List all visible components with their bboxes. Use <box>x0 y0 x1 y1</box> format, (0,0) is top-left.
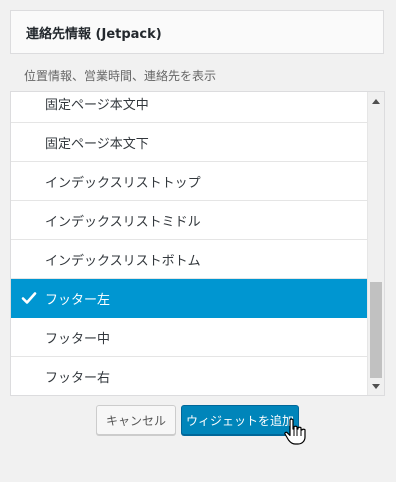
sidebar-select-list[interactable]: 固定ページ本文中 固定ページ本文下 インデックスリストトップ インデックスリスト… <box>10 91 385 396</box>
scroll-down-button[interactable] <box>368 378 384 395</box>
sidebar-item-page-content-middle[interactable]: 固定ページ本文中 <box>11 92 368 123</box>
sidebar-item-label: フッター左 <box>45 292 111 308</box>
widget-description: 位置情報、営業時間、連絡先を表示 <box>24 69 217 83</box>
sidebar-item-footer-center[interactable]: フッター中 <box>11 318 368 357</box>
sidebar-item-index-list-middle[interactable]: インデックスリストミドル <box>11 201 368 240</box>
sidebar-item-index-list-top[interactable]: インデックスリストトップ <box>11 162 368 201</box>
arrow-up-icon <box>372 98 380 104</box>
sidebar-item-label: フッター中 <box>45 331 111 347</box>
sidebar-item-page-content-bottom[interactable]: 固定ページ本文下 <box>11 123 368 162</box>
scroll-up-button[interactable] <box>368 92 384 109</box>
scrollbar[interactable] <box>367 92 384 395</box>
sidebar-list-items: 固定ページ本文中 固定ページ本文下 インデックスリストトップ インデックスリスト… <box>11 92 368 395</box>
sidebar-item-label: インデックスリストトップ <box>45 175 201 191</box>
hand-pointer-icon <box>284 418 306 445</box>
sidebar-item-index-list-bottom[interactable]: インデックスリストボトム <box>11 240 368 279</box>
sidebar-item-label: 固定ページ本文中 <box>45 97 149 113</box>
sidebar-item-label: フッター右 <box>45 370 111 386</box>
widget-header: 連絡先情報 (Jetpack) <box>10 10 384 54</box>
arrow-down-icon <box>372 383 380 389</box>
widget-title: 連絡先情報 (Jetpack) <box>26 26 162 42</box>
scroll-thumb[interactable] <box>370 282 382 378</box>
sidebar-item-label: 固定ページ本文下 <box>45 136 149 152</box>
cancel-button[interactable]: キャンセル <box>96 405 176 435</box>
sidebar-item-footer-left[interactable]: フッター左 <box>11 279 368 318</box>
sidebar-item-footer-right[interactable]: フッター右 <box>11 357 368 395</box>
add-widget-button[interactable]: ウィジェットを追加 <box>181 405 299 435</box>
sidebar-item-label: インデックスリストミドル <box>45 214 201 230</box>
check-icon <box>21 292 37 304</box>
sidebar-item-label: インデックスリストボトム <box>45 253 201 269</box>
